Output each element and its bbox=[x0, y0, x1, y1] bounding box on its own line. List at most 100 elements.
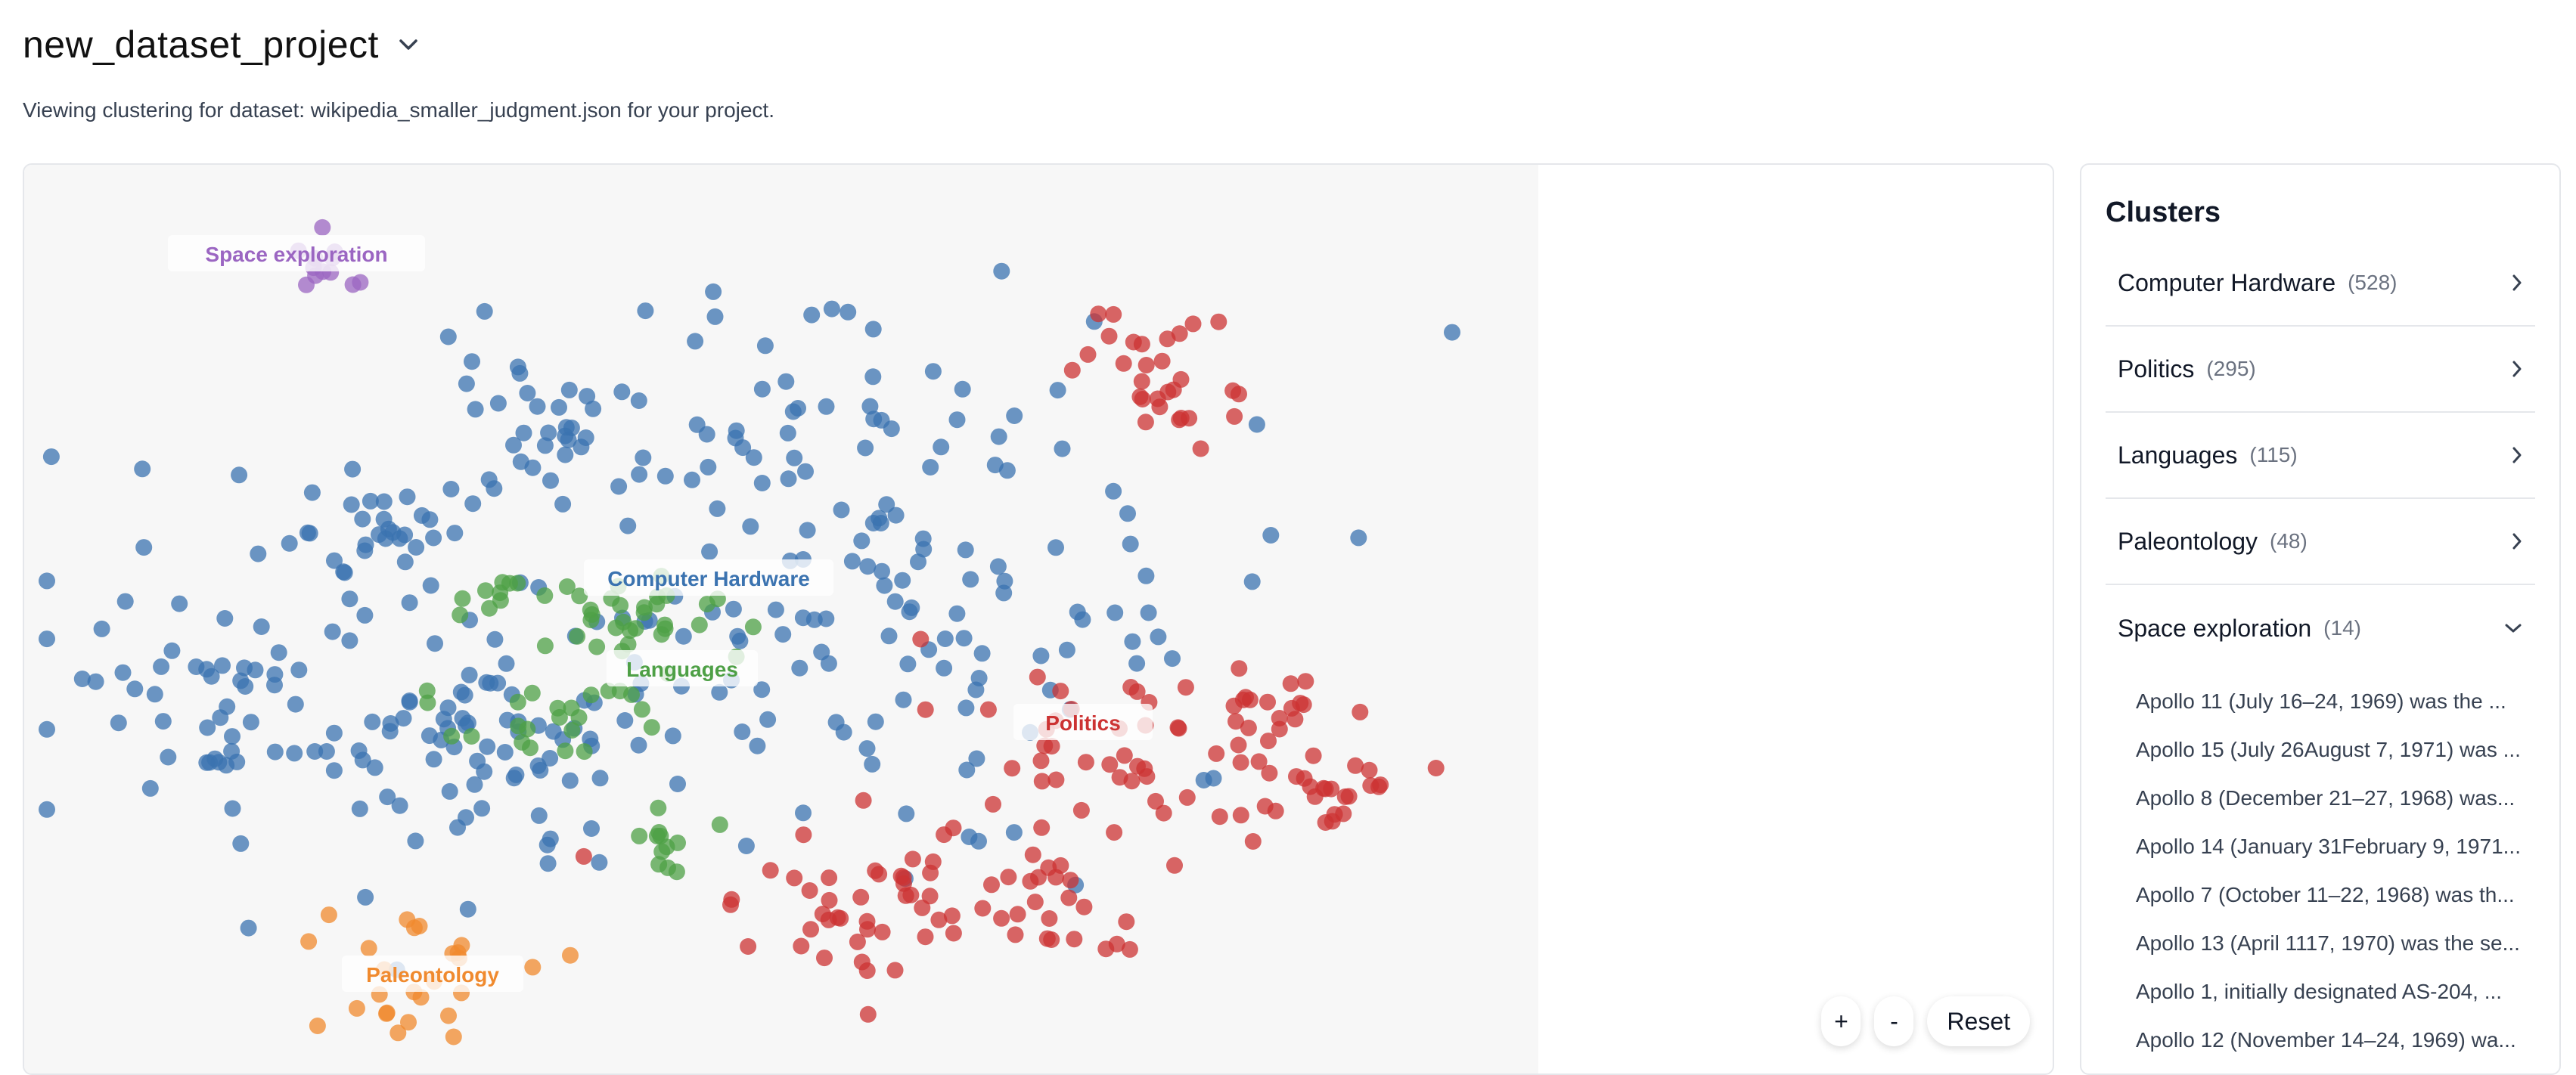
document-item[interactable]: Apollo 1, initially designated AS-204, .… bbox=[2136, 968, 2535, 1016]
point-computer-hardware[interactable] bbox=[163, 642, 181, 659]
point-computer-hardware[interactable] bbox=[998, 462, 1016, 479]
point-politics[interactable] bbox=[1147, 792, 1164, 810]
point-computer-hardware[interactable] bbox=[375, 493, 393, 510]
point-computer-hardware[interactable] bbox=[395, 710, 412, 727]
point-languages[interactable] bbox=[650, 799, 667, 816]
point-politics[interactable] bbox=[1352, 703, 1369, 720]
point-computer-hardware[interactable] bbox=[585, 400, 602, 417]
point-computer-hardware[interactable] bbox=[795, 804, 812, 822]
point-politics[interactable] bbox=[1052, 683, 1069, 700]
point-politics[interactable] bbox=[1259, 693, 1276, 711]
point-space-exploration[interactable] bbox=[352, 274, 369, 291]
point-computer-hardware[interactable] bbox=[551, 398, 567, 416]
point-computer-hardware[interactable] bbox=[886, 593, 904, 610]
point-politics[interactable] bbox=[852, 888, 870, 906]
point-computer-hardware[interactable] bbox=[486, 630, 504, 648]
point-computer-hardware[interactable] bbox=[1150, 628, 1167, 646]
point-languages[interactable] bbox=[563, 722, 581, 739]
point-politics[interactable] bbox=[871, 866, 888, 883]
point-computer-hardware[interactable] bbox=[435, 711, 452, 728]
point-politics[interactable] bbox=[1292, 695, 1309, 712]
zoom-in-button[interactable]: + bbox=[1821, 996, 1861, 1046]
point-computer-hardware[interactable] bbox=[957, 699, 975, 717]
point-languages[interactable] bbox=[653, 843, 671, 860]
point-politics[interactable] bbox=[1043, 738, 1060, 755]
point-computer-hardware[interactable] bbox=[351, 800, 368, 817]
point-politics[interactable] bbox=[1208, 745, 1225, 762]
point-politics[interactable] bbox=[820, 911, 837, 928]
point-politics[interactable] bbox=[924, 853, 942, 870]
point-politics[interactable] bbox=[1317, 780, 1334, 798]
point-computer-hardware[interactable] bbox=[780, 470, 797, 488]
point-computer-hardware[interactable] bbox=[126, 680, 144, 698]
point-politics[interactable] bbox=[793, 937, 810, 955]
point-computer-hardware[interactable] bbox=[1049, 382, 1066, 399]
point-computer-hardware[interactable] bbox=[1006, 407, 1023, 424]
point-politics[interactable] bbox=[801, 882, 818, 899]
point-politics[interactable] bbox=[985, 795, 1001, 813]
point-computer-hardware[interactable] bbox=[675, 627, 692, 645]
point-computer-hardware[interactable] bbox=[880, 627, 898, 645]
point-computer-hardware[interactable] bbox=[823, 300, 840, 318]
point-computer-hardware[interactable] bbox=[962, 571, 979, 588]
point-politics[interactable] bbox=[1362, 777, 1380, 795]
point-politics[interactable] bbox=[1007, 926, 1024, 943]
point-computer-hardware[interactable] bbox=[542, 830, 559, 847]
point-politics[interactable] bbox=[1032, 752, 1050, 770]
point-languages[interactable] bbox=[418, 682, 436, 699]
point-politics[interactable] bbox=[1261, 764, 1278, 782]
point-languages[interactable] bbox=[536, 587, 554, 604]
point-computer-hardware[interactable] bbox=[786, 449, 803, 466]
point-languages[interactable] bbox=[463, 728, 480, 745]
point-computer-hardware[interactable] bbox=[425, 529, 442, 547]
point-politics[interactable] bbox=[921, 888, 939, 905]
point-computer-hardware[interactable] bbox=[114, 664, 132, 681]
point-politics[interactable] bbox=[1116, 747, 1133, 764]
point-computer-hardware[interactable] bbox=[709, 500, 726, 517]
point-politics[interactable] bbox=[945, 925, 962, 942]
point-computer-hardware[interactable] bbox=[857, 439, 874, 457]
point-computer-hardware[interactable] bbox=[461, 666, 478, 683]
point-politics[interactable] bbox=[1305, 747, 1322, 764]
point-computer-hardware[interactable] bbox=[379, 788, 396, 806]
point-computer-hardware[interactable] bbox=[818, 610, 835, 627]
point-politics[interactable] bbox=[1340, 788, 1358, 805]
point-politics[interactable] bbox=[1211, 808, 1228, 826]
point-politics[interactable] bbox=[1033, 773, 1051, 790]
point-computer-hardware[interactable] bbox=[427, 635, 443, 652]
point-politics[interactable] bbox=[816, 950, 833, 967]
point-politics[interactable] bbox=[786, 869, 803, 887]
point-computer-hardware[interactable] bbox=[993, 262, 1010, 280]
cluster-item-computer-hardware[interactable]: Computer Hardware (528) bbox=[2106, 240, 2535, 327]
point-politics[interactable] bbox=[1232, 754, 1249, 771]
point-computer-hardware[interactable] bbox=[563, 420, 580, 436]
point-computer-hardware[interactable] bbox=[401, 693, 418, 711]
point-politics[interactable] bbox=[855, 792, 872, 809]
point-politics[interactable] bbox=[943, 907, 961, 925]
point-politics[interactable] bbox=[917, 701, 934, 718]
point-politics[interactable] bbox=[1282, 675, 1299, 692]
point-computer-hardware[interactable] bbox=[853, 532, 871, 550]
point-politics[interactable] bbox=[1232, 807, 1249, 824]
document-item[interactable]: Apollo 13 (April 1117, 1970) was the se.… bbox=[2136, 919, 2535, 968]
point-politics[interactable] bbox=[979, 701, 997, 718]
point-politics[interactable] bbox=[1138, 768, 1156, 785]
point-languages[interactable] bbox=[669, 834, 686, 851]
point-paleontology[interactable] bbox=[562, 946, 579, 964]
point-computer-hardware[interactable] bbox=[473, 800, 491, 817]
point-politics[interactable] bbox=[1297, 673, 1314, 690]
point-computer-hardware[interactable] bbox=[39, 630, 55, 648]
point-politics[interactable] bbox=[1118, 913, 1135, 931]
point-computer-hardware[interactable] bbox=[583, 820, 600, 837]
point-computer-hardware[interactable] bbox=[753, 475, 771, 491]
point-politics[interactable] bbox=[1177, 679, 1194, 696]
point-computer-hardware[interactable] bbox=[399, 488, 416, 506]
point-politics[interactable] bbox=[1075, 898, 1093, 915]
point-languages[interactable] bbox=[452, 606, 469, 624]
point-computer-hardware[interactable] bbox=[924, 363, 942, 380]
zoom-out-button[interactable]: - bbox=[1874, 996, 1914, 1046]
point-computer-hardware[interactable] bbox=[325, 762, 343, 779]
point-politics[interactable] bbox=[1000, 869, 1017, 886]
point-computer-hardware[interactable] bbox=[446, 525, 464, 542]
point-computer-hardware[interactable] bbox=[375, 510, 393, 528]
